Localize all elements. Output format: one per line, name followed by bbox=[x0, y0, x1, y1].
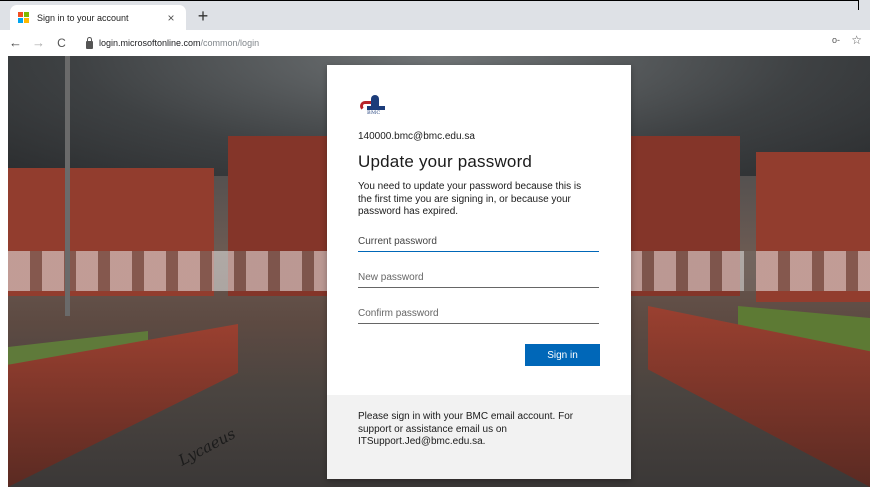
microsoft-logo-icon bbox=[18, 12, 29, 23]
url-path: /common/login bbox=[200, 38, 260, 48]
url-host: login.microsoftonline.com bbox=[99, 38, 201, 48]
reload-icon[interactable]: C bbox=[52, 30, 71, 56]
browser-toolbar: ← → C login.microsoftonline.com /common/… bbox=[0, 30, 870, 56]
key-icon[interactable]: o- bbox=[832, 35, 840, 45]
close-tab-icon[interactable]: × bbox=[164, 11, 178, 25]
new-tab-button[interactable]: + bbox=[193, 6, 213, 26]
tab-title: Sign in to your account bbox=[37, 12, 129, 23]
logo-text: BMC bbox=[367, 110, 381, 116]
card-footer: Please sign in with your BMC email accou… bbox=[327, 395, 631, 479]
bookmark-star-icon[interactable]: ☆ bbox=[851, 33, 862, 47]
card-body: BMC 140000.bmc@bmc.edu.sa Update your pa… bbox=[327, 65, 631, 395]
update-password-card: BMC 140000.bmc@bmc.edu.sa Update your pa… bbox=[327, 65, 631, 479]
address-bar[interactable]: login.microsoftonline.com /common/login … bbox=[86, 33, 870, 52]
current-password-input[interactable] bbox=[358, 231, 599, 252]
lock-icon[interactable] bbox=[86, 36, 93, 49]
tab-strip: Sign in to your account × + bbox=[0, 0, 870, 30]
back-icon[interactable]: ← bbox=[6, 30, 25, 56]
update-description: You need to update your password because… bbox=[358, 181, 582, 217]
confirm-password-input[interactable] bbox=[358, 303, 599, 324]
lamp-pole bbox=[65, 56, 70, 316]
support-notice: Please sign in with your BMC email accou… bbox=[358, 411, 574, 447]
sign-in-button[interactable]: Sign in bbox=[525, 344, 600, 366]
logo-building-icon bbox=[371, 95, 379, 106]
browser-tab[interactable]: Sign in to your account × bbox=[10, 5, 186, 30]
bmc-logo: BMC bbox=[358, 93, 392, 117]
forward-icon[interactable]: → bbox=[29, 30, 48, 56]
new-password-input[interactable] bbox=[358, 267, 599, 288]
photographer-signature: Lycaeus bbox=[175, 424, 239, 470]
account-email: 140000.bmc@bmc.edu.sa bbox=[358, 131, 475, 142]
page-title: Update your password bbox=[358, 152, 533, 171]
